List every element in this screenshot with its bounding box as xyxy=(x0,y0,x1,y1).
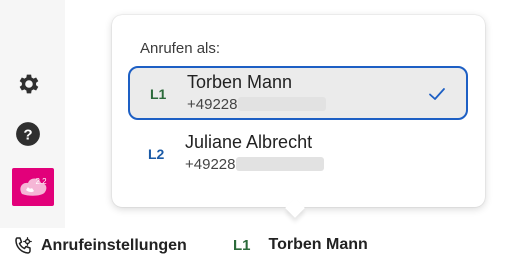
line-option-l1[interactable]: L1 Torben Mann +49228 xyxy=(128,66,468,120)
popover-title: Anrufen als: xyxy=(140,40,221,57)
bottom-bar: Anrufeinstellungen L1 Torben Mann xyxy=(0,228,506,266)
app-badge: 2.2 xyxy=(35,177,47,186)
phone-settings-icon xyxy=(15,237,32,254)
line-code: L1 xyxy=(150,86,167,102)
current-line-name: Torben Mann xyxy=(268,236,368,253)
left-sidebar: ? 2.2 xyxy=(0,0,65,228)
current-line-button[interactable]: L1 Torben Mann xyxy=(233,236,368,254)
call-settings-button[interactable]: Anrufeinstellungen xyxy=(13,236,187,256)
redacted-digits xyxy=(238,97,327,111)
line-number: +49228 xyxy=(187,96,327,113)
line-selection-popover: Anrufen als: L1 Torben Mann +49228 L2 Ju… xyxy=(112,15,485,207)
line-name: Torben Mann xyxy=(187,72,293,92)
line-option-l2[interactable]: L2 Juliane Albrecht +49228 xyxy=(128,128,468,182)
app-icon[interactable]: 2.2 xyxy=(12,168,54,206)
svg-text:?: ? xyxy=(23,126,32,143)
line-number: +49228 xyxy=(185,156,325,173)
line-code: L2 xyxy=(148,146,165,162)
gear-icon[interactable] xyxy=(12,68,44,100)
redacted-digits xyxy=(236,157,325,171)
call-settings-label: Anrufeinstellungen xyxy=(41,237,187,254)
help-icon[interactable]: ? xyxy=(12,118,44,150)
checkmark-icon xyxy=(429,88,445,100)
current-line-code: L1 xyxy=(233,236,251,254)
line-name: Juliane Albrecht xyxy=(185,132,313,152)
